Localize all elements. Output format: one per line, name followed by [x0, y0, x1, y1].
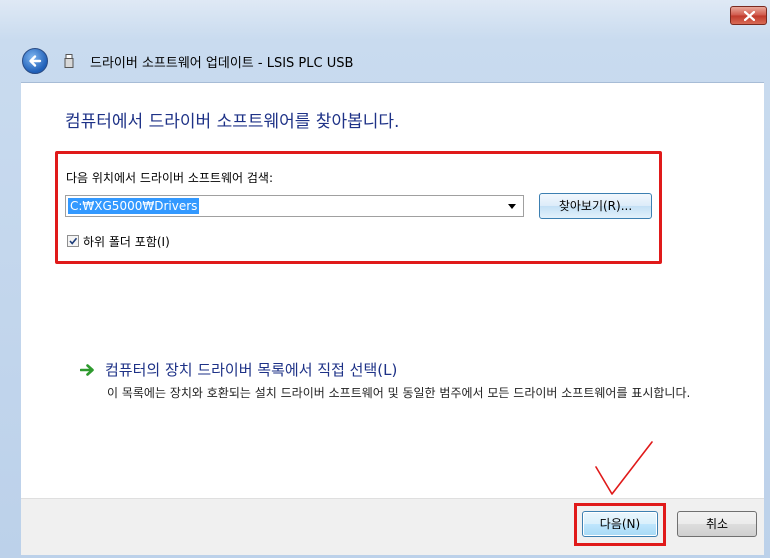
dialog-window: 드라이버 소프트웨어 업데이트 - LSIS PLC USB 컴퓨터에서 드라이…: [0, 0, 770, 558]
cancel-button[interactable]: 취소: [677, 511, 757, 537]
chevron-down-icon[interactable]: [508, 204, 516, 209]
content-pane: 컴퓨터에서 드라이버 소프트웨어를 찾아봅니다. 다음 위치에서 드라이버 소프…: [21, 82, 764, 499]
path-combobox[interactable]: C:₩XG5000₩Drivers: [65, 195, 524, 217]
include-subfolders-label[interactable]: 하위 폴더 포함(I): [83, 233, 170, 250]
window-title: 드라이버 소프트웨어 업데이트 - LSIS PLC USB: [90, 56, 354, 71]
green-arrow-icon[interactable]: [80, 363, 96, 377]
path-input-value[interactable]: C:₩XG5000₩Drivers: [68, 198, 200, 214]
close-icon: [744, 11, 755, 21]
close-button[interactable]: [730, 6, 767, 25]
dialog-header: 드라이버 소프트웨어 업데이트 - LSIS PLC USB: [0, 40, 770, 78]
title-bar: [0, 0, 770, 25]
pick-from-list-description: 이 목록에는 장치와 호환되는 설치 드라이버 소프트웨어 및 동일한 범주에서…: [107, 386, 691, 400]
back-button[interactable]: [22, 48, 48, 74]
search-location-label: 다음 위치에서 드라이버 소프트웨어 검색:: [66, 171, 273, 185]
usb-device-icon: [64, 54, 74, 68]
include-subfolders-checkbox[interactable]: [67, 235, 79, 247]
red-check-annotation-icon: [595, 441, 653, 495]
next-button[interactable]: 다음(N): [582, 511, 658, 537]
browse-button[interactable]: 찾아보기(R)...: [539, 193, 652, 219]
pick-from-list-link[interactable]: 컴퓨터의 장치 드라이버 목록에서 직접 선택(L): [105, 359, 397, 380]
page-heading: 컴퓨터에서 드라이버 소프트웨어를 찾아봅니다.: [65, 112, 400, 132]
checkmark-icon: [69, 237, 78, 245]
back-arrow-icon: [29, 55, 42, 67]
